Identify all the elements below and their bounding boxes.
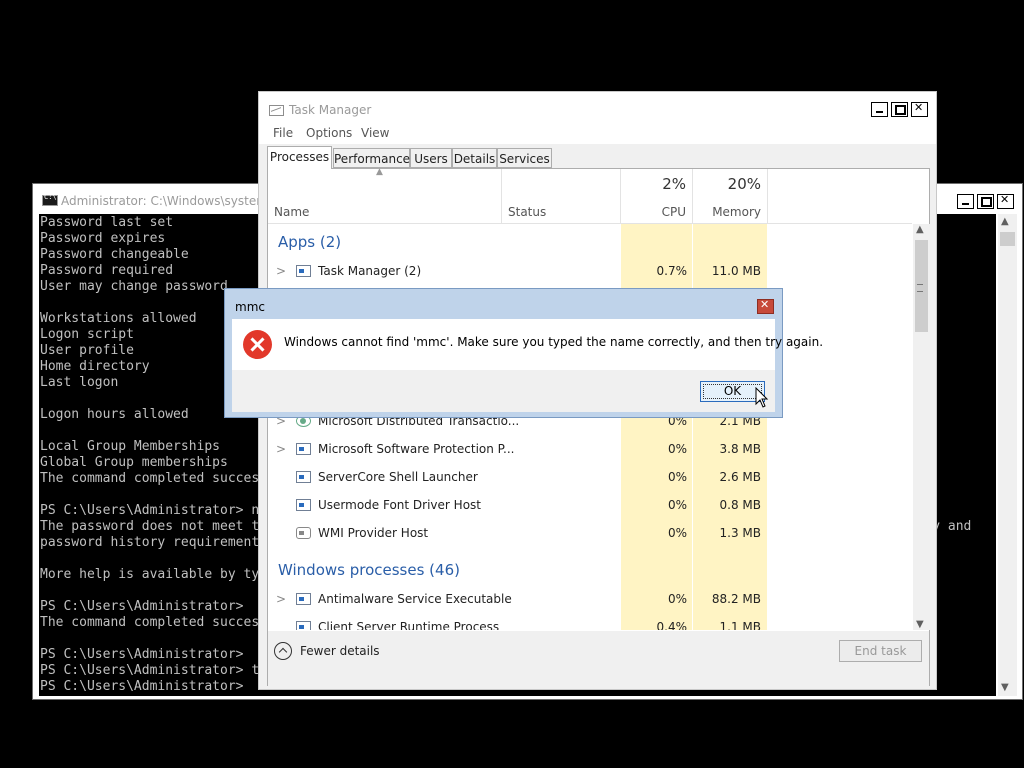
tab-services[interactable]: Services	[497, 148, 552, 168]
process-memory: 0.8 MB	[719, 498, 761, 512]
column-memory[interactable]: 20% Memory	[693, 169, 768, 223]
process-cpu: 0%	[667, 526, 687, 540]
console-icon	[42, 193, 58, 206]
expand-chevron-icon[interactable]: >	[276, 264, 286, 278]
console-scroll-thumb[interactable]	[1000, 232, 1015, 246]
scroll-down-icon[interactable]: ▼	[916, 619, 924, 630]
collapse-chevron-icon[interactable]	[274, 642, 292, 660]
process-window-icon	[296, 499, 311, 511]
console-minimize-button[interactable]	[957, 194, 974, 209]
process-name: Microsoft Software Protection P...	[318, 442, 515, 456]
task-manager-minimize-button[interactable]	[871, 102, 888, 117]
task-manager-icon	[269, 105, 284, 116]
column-cpu-label: CPU	[661, 205, 686, 219]
dialog-body: Windows cannot find 'mmc'. Make sure you…	[232, 319, 823, 412]
fewer-details-link[interactable]: Fewer details	[300, 644, 380, 658]
expand-chevron-icon[interactable]: >	[276, 592, 286, 606]
dialog-title: mmc	[235, 300, 265, 314]
group-apps: Apps (2)	[278, 233, 342, 251]
process-memory: 88.2 MB	[711, 592, 761, 606]
tab-users[interactable]: Users	[410, 148, 452, 168]
process-window-icon	[296, 471, 311, 483]
scroll-down-icon[interactable]: ▼	[1001, 682, 1009, 693]
process-window-icon	[296, 593, 311, 605]
process-cpu: 0%	[667, 470, 687, 484]
task-manager-footer: Fewer details End task	[268, 631, 929, 686]
memory-total: 20%	[727, 175, 761, 193]
process-row[interactable]: WMI Provider Host 0% 1.3 MB	[268, 520, 912, 548]
tab-performance[interactable]: Performance	[333, 148, 410, 168]
process-cpu: 0%	[667, 442, 687, 456]
process-memory: 2.6 MB	[719, 470, 761, 484]
process-row[interactable]: Usermode Font Driver Host 0% 0.8 MB	[268, 492, 912, 520]
console-close-button[interactable]	[997, 193, 1014, 209]
process-name: WMI Provider Host	[318, 526, 429, 540]
process-name: Usermode Font Driver Host	[318, 498, 481, 512]
menu-options[interactable]: Options	[306, 126, 352, 140]
process-cpu: 0.4%	[656, 620, 688, 630]
task-manager-titlebar[interactable]: Task Manager	[259, 92, 936, 122]
task-manager-title: Task Manager	[289, 103, 372, 117]
end-task-button[interactable]: End task	[839, 640, 922, 662]
console-scrollbar[interactable]: ▲ ▼	[998, 214, 1017, 696]
error-dialog[interactable]: mmc Windows cannot find 'mmc'. Make sure…	[224, 288, 823, 418]
dialog-message: Windows cannot find 'mmc'. Make sure you…	[284, 335, 824, 349]
column-status[interactable]: Status	[502, 169, 621, 223]
process-row[interactable]: ServerCore Shell Launcher 0% 2.6 MB	[268, 464, 912, 492]
process-window-icon	[296, 621, 311, 630]
process-name: Client Server Runtime Process	[318, 620, 500, 630]
process-list-scrollbar[interactable]: ▲ ▼	[913, 224, 930, 630]
process-row[interactable]: > Task Manager (2) 0.7% 11.0 MB	[268, 258, 912, 286]
process-memory: 1.3 MB	[719, 526, 761, 540]
console-maximize-button[interactable]	[977, 194, 994, 209]
process-row[interactable]: > Microsoft Software Protection P... 0% …	[268, 436, 912, 464]
menu-file[interactable]: File	[273, 126, 293, 140]
process-cpu: 0.7%	[656, 264, 688, 278]
group-windows-processes: Windows processes (46)	[278, 561, 460, 579]
process-name: Task Manager (2)	[318, 264, 422, 278]
process-list: Apps (2) > Task Manager (2) 0.7% 11.0 MB…	[268, 224, 912, 630]
scroll-up-icon[interactable]: ▲	[916, 224, 924, 235]
tab-processes[interactable]: Processes	[267, 146, 332, 169]
cpu-total: 2%	[662, 175, 686, 193]
sort-up-icon: ▲	[376, 167, 383, 177]
process-row[interactable]: > Antimalware Service Executable 0% 88.2…	[268, 586, 912, 614]
column-cpu[interactable]: 2% CPU	[621, 169, 693, 223]
tab-details[interactable]: Details	[452, 148, 497, 168]
column-name[interactable]: ▲ Name	[268, 167, 502, 223]
task-manager-close-button[interactable]	[911, 101, 928, 117]
process-memory: 11.0 MB	[711, 264, 761, 278]
processes-panel: ▲ Name Status 2% CPU 20% Memory Apps (2)…	[267, 167, 930, 686]
column-status-label: Status	[508, 205, 547, 219]
menu-view[interactable]: View	[361, 126, 389, 140]
wmi-icon	[296, 527, 311, 539]
expand-chevron-icon[interactable]: >	[276, 442, 286, 456]
menu-bar: File Options View	[259, 122, 936, 144]
error-icon	[243, 330, 272, 359]
process-memory: 1.1 MB	[719, 620, 761, 630]
mouse-cursor-icon	[755, 387, 769, 408]
dialog-message-area: Windows cannot find 'mmc'. Make sure you…	[232, 319, 823, 370]
task-manager-app-icon	[296, 265, 311, 277]
process-cpu: 0%	[667, 592, 687, 606]
scroll-grip-icon	[917, 284, 923, 292]
process-window-icon	[296, 443, 311, 455]
process-cpu: 0%	[667, 498, 687, 512]
column-name-label: Name	[274, 205, 310, 219]
process-name: Antimalware Service Executable	[318, 592, 512, 606]
process-row[interactable]: Client Server Runtime Process 0.4% 1.1 M…	[268, 614, 912, 630]
scroll-up-icon[interactable]: ▲	[1001, 216, 1009, 227]
column-memory-label: Memory	[712, 205, 761, 219]
task-manager-maximize-button[interactable]	[891, 102, 908, 117]
dialog-close-button[interactable]	[757, 298, 774, 314]
process-name: ServerCore Shell Launcher	[318, 470, 478, 484]
process-memory: 3.8 MB	[719, 442, 761, 456]
